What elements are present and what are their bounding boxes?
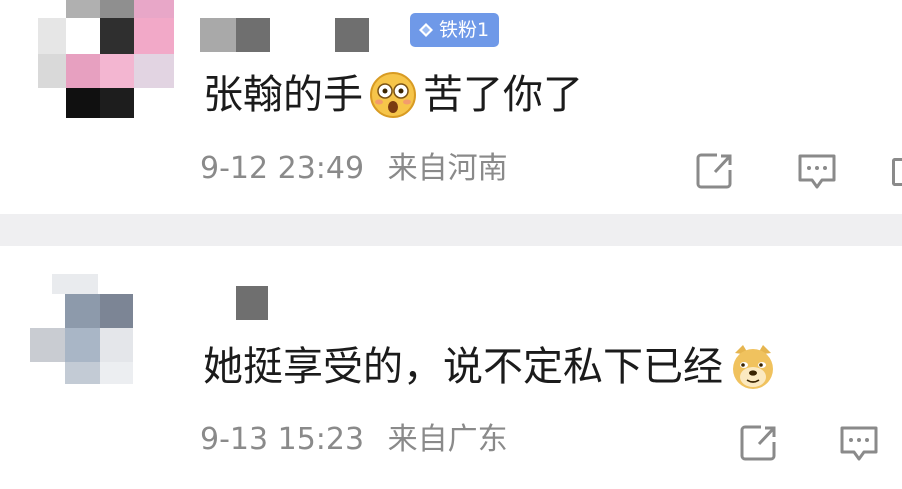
username-mask[interactable]	[236, 18, 270, 52]
avatar[interactable]	[38, 0, 178, 120]
timestamp: 9-13 15:23	[200, 422, 365, 457]
fan-badge[interactable]: 铁粉1	[410, 13, 500, 47]
comment-text-before: 张翰的手	[203, 72, 363, 118]
username-mask[interactable]	[335, 18, 369, 52]
username-mask[interactable]	[200, 18, 236, 52]
comment-icon[interactable]	[796, 150, 838, 192]
comment-text: 张翰的手 苦了你了	[203, 70, 583, 120]
location: 来自河南	[387, 151, 508, 186]
comment-divider	[0, 214, 902, 246]
location: 来自广东	[387, 422, 508, 457]
doge-face-icon	[733, 345, 773, 389]
comment-text: 她挺享受的，说不定私下已经	[203, 342, 783, 392]
avatar[interactable]	[30, 274, 170, 394]
comment-meta: 9-12 23:49 来自河南	[200, 151, 522, 187]
comment-text-after: 苦了你了	[423, 72, 583, 118]
share-icon[interactable]	[693, 150, 735, 192]
comment-meta: 9-13 15:23 来自广东	[200, 422, 522, 458]
badge-label: 铁粉1	[439, 19, 490, 41]
comment-item: 她挺享受的，说不定私下已经 9-13 15:23 来自广东	[0, 246, 902, 489]
diamond-icon	[419, 23, 433, 37]
flushed-face-icon	[370, 72, 416, 118]
comment-item: 铁粉1 张翰的手 苦了你了 9-12 23:49 来自河南	[0, 0, 902, 214]
comment-text-before: 她挺享受的，说不定私下已经	[203, 344, 723, 390]
like-icon[interactable]	[892, 158, 902, 186]
timestamp: 9-12 23:49	[200, 151, 365, 186]
username-mask[interactable]	[236, 286, 268, 320]
comment-icon[interactable]	[838, 422, 880, 464]
share-icon[interactable]	[737, 422, 779, 464]
